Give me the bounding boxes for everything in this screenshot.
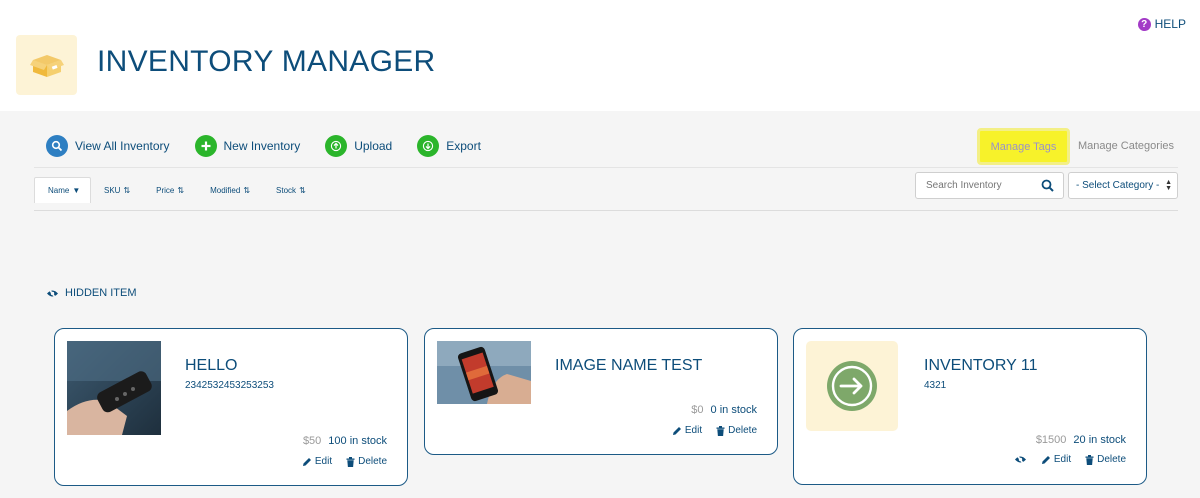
app-header: INVENTORY MANAGER: [0, 0, 1200, 111]
search-box: [915, 172, 1064, 199]
box-icon: [29, 55, 64, 77]
page-title: INVENTORY MANAGER: [97, 45, 436, 78]
item-price: $1500: [1035, 434, 1067, 446]
plus-icon: [194, 135, 217, 157]
trash-icon: [346, 456, 355, 467]
inventory-card[interactable]: IMAGE NAME TEST $0 0 in stock Edit Delet…: [424, 328, 778, 455]
item-name: IMAGE NAME TEST: [555, 357, 703, 374]
sort-arrows-icon: ⇅: [177, 185, 185, 195]
help-circle-icon: ?: [1137, 17, 1151, 31]
hidden-toggle-button[interactable]: [1014, 454, 1027, 465]
delete-label: Delete: [1097, 454, 1126, 465]
sort-arrows-icon: ⇅: [123, 185, 131, 195]
sort-price-label: Price: [156, 185, 175, 195]
edit-button[interactable]: Edit: [302, 456, 332, 467]
sort-by-modified[interactable]: Modified ⇅: [197, 177, 263, 203]
item-price: $50: [302, 435, 322, 447]
pencil-icon: [1041, 455, 1050, 464]
sort-modified-label: Modified: [210, 185, 241, 195]
delete-label: Delete: [358, 456, 387, 467]
item-actions: Edit Delete: [1014, 454, 1126, 465]
view-all-inventory-button[interactable]: View All Inventory: [46, 135, 170, 157]
new-inventory-label: New Inventory: [223, 139, 301, 153]
sort-sku-label: SKU: [104, 185, 121, 195]
price-stock-row: $1500 20 in stock: [1036, 434, 1126, 446]
trash-icon: [716, 425, 725, 436]
sort-arrows-icon: ⇅: [299, 185, 306, 195]
arrow-right-circle-icon: [827, 361, 877, 411]
trash-icon: [1085, 454, 1094, 465]
hidden-item-label: HIDDEN ITEM: [65, 287, 137, 299]
upload-button[interactable]: Upload: [325, 135, 392, 157]
eye-slash-icon: [47, 287, 58, 299]
select-arrows-icon: ▲ ▼: [1165, 179, 1172, 192]
item-price: $0: [691, 404, 704, 416]
item-sku: 2342532453253253: [185, 380, 274, 391]
item-image: [437, 341, 531, 404]
logo: [16, 35, 77, 95]
delete-label: Delete: [728, 425, 757, 436]
sort-by-name[interactable]: Name ▼: [34, 177, 91, 203]
item-actions: Edit Delete: [302, 456, 387, 467]
hidden-item-indicator: HIDDEN ITEM: [46, 287, 137, 299]
main-content: View All Inventory New Inventory Upload …: [0, 111, 1200, 498]
delete-button[interactable]: Delete: [346, 456, 387, 467]
item-actions: Edit Delete: [672, 425, 757, 436]
view-all-inventory-label: View All Inventory: [75, 139, 170, 153]
new-inventory-button[interactable]: New Inventory: [194, 135, 301, 157]
price-stock-row: $50 100 in stock: [303, 435, 387, 447]
help-link[interactable]: ? HELP: [1137, 17, 1186, 31]
item-name: INVENTORY 11: [924, 357, 1038, 374]
edit-button[interactable]: Edit: [672, 425, 702, 436]
search-input[interactable]: [916, 180, 1034, 191]
caret-down-icon: ▼: [72, 186, 81, 195]
delete-button[interactable]: Delete: [1085, 454, 1126, 465]
item-name: HELLO: [185, 357, 238, 374]
category-select[interactable]: - Select Category - ▲ ▼: [1068, 172, 1178, 199]
sort-by-stock[interactable]: Stock ⇅: [263, 177, 319, 203]
toolbar-divider: [34, 167, 1178, 168]
sort-bar: Name ▼ SKU ⇅ Price ⇅ Modified ⇅ Stock ⇅: [34, 177, 319, 203]
upload-label: Upload: [354, 139, 393, 153]
inventory-card[interactable]: HELLO 2342532453253253 $50 100 in stock …: [54, 328, 408, 486]
item-stock: 20 in stock: [1073, 434, 1126, 446]
sort-by-price[interactable]: Price ⇅: [143, 177, 197, 203]
edit-label: Edit: [684, 425, 703, 436]
item-sku: 4321: [924, 380, 947, 391]
item-stock: 0 in stock: [710, 404, 757, 416]
search-icon[interactable]: [1041, 179, 1054, 197]
item-stock: 100 in stock: [328, 435, 387, 447]
export-label: Export: [446, 139, 481, 153]
manage-categories-link[interactable]: Manage Categories: [1078, 140, 1174, 152]
eye-slash-icon: [1014, 454, 1026, 465]
sort-stock-label: Stock: [276, 185, 297, 195]
inventory-card[interactable]: INVENTORY 11 4321 $1500 20 in stock Edit…: [793, 328, 1147, 485]
toolbar: View All Inventory New Inventory Upload …: [46, 135, 506, 157]
price-stock-row: $0 0 in stock: [691, 404, 757, 416]
edit-label: Edit: [314, 456, 333, 467]
delete-button[interactable]: Delete: [716, 425, 757, 436]
sort-name-label: Name: [48, 186, 70, 195]
pencil-icon: [672, 426, 681, 435]
item-image: [67, 341, 161, 435]
sort-arrows-icon: ⇅: [243, 185, 251, 195]
manage-tags-button[interactable]: Manage Tags: [977, 128, 1070, 165]
edit-button[interactable]: Edit: [1041, 454, 1071, 465]
sort-by-sku[interactable]: SKU ⇅: [91, 177, 143, 203]
sort-divider: [34, 210, 1178, 211]
edit-label: Edit: [1053, 454, 1072, 465]
pencil-icon: [302, 457, 311, 466]
export-button[interactable]: Export: [417, 135, 481, 157]
help-label: HELP: [1154, 17, 1186, 31]
search-icon: [46, 135, 68, 157]
item-image: [806, 341, 898, 431]
export-icon: [417, 135, 440, 157]
category-select-value: - Select Category -: [1076, 180, 1160, 191]
upload-icon: [325, 135, 348, 157]
